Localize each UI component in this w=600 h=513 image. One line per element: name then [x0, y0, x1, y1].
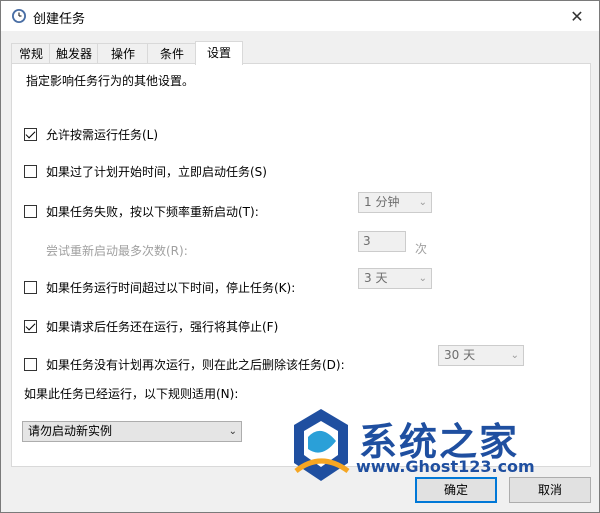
ok-button[interactable]: 确定 — [415, 477, 497, 503]
run-asap-checkbox[interactable] — [24, 165, 37, 178]
delete-if-not-scheduled-row[interactable]: 如果任务没有计划再次运行，则在此之后删除该任务(D): — [24, 356, 345, 373]
clock-icon — [12, 9, 26, 23]
stop-duration-value: 3 天 — [364, 271, 388, 285]
force-stop-label: 如果请求后任务还在运行，强行将其停止(F) — [46, 320, 279, 334]
restart-attempts-row: 尝试重新启动最多次数(R): — [46, 242, 188, 259]
allow-on-demand-label: 允许按需运行任务(L) — [46, 128, 159, 142]
stop-duration-select[interactable]: 3 天 ⌄ — [358, 268, 432, 289]
restart-interval-select[interactable]: 1 分钟 ⌄ — [358, 192, 432, 213]
if-running-rule-label: 如果此任务已经运行，以下规则适用(N): — [24, 387, 239, 401]
title-bar[interactable]: 创建任务 ✕ — [1, 1, 599, 31]
chevron-down-icon: ⌄ — [418, 197, 427, 208]
tab-label: 触发器 — [55, 47, 92, 61]
restart-attempts-input[interactable]: 3 — [358, 231, 406, 252]
close-button[interactable]: ✕ — [555, 1, 599, 31]
delete-duration-value: 30 天 — [444, 348, 476, 362]
force-stop-row[interactable]: 如果请求后任务还在运行，强行将其停止(F) — [24, 318, 278, 335]
tab-label: 条件 — [159, 47, 184, 61]
run-asap-label: 如果过了计划开始时间，立即启动任务(S) — [46, 165, 267, 179]
cancel-button[interactable]: 取消 — [509, 477, 591, 503]
stop-if-long-label: 如果任务运行时间超过以下时间，停止任务(K): — [46, 281, 296, 295]
tab-label: 常规 — [18, 47, 43, 61]
chevron-down-icon: ⌄ — [228, 426, 237, 437]
restart-attempts-unit: 次 — [415, 242, 428, 256]
allow-on-demand-checkbox[interactable] — [24, 128, 37, 141]
if-running-rule-row: 如果此任务已经运行，以下规则适用(N): — [24, 385, 238, 402]
if-running-rule-select[interactable]: 请勿启动新实例 ⌄ — [22, 421, 242, 442]
run-asap-row[interactable]: 如果过了计划开始时间，立即启动任务(S) — [24, 163, 267, 180]
watermark-logo-icon — [294, 409, 350, 481]
allow-on-demand-row[interactable]: 允许按需运行任务(L) — [24, 126, 158, 143]
tab-triggers[interactable]: 触发器 — [49, 43, 99, 64]
create-task-dialog: 创建任务 ✕ 常规 触发器 操作 条件 设置 指定影响任务行为的其他设置。 允许… — [0, 0, 600, 513]
if-running-rule-value: 请勿启动新实例 — [28, 424, 113, 438]
delete-duration-select[interactable]: 30 天 ⌄ — [438, 345, 524, 366]
tab-label: 操作 — [110, 47, 135, 61]
tab-label: 设置 — [206, 46, 231, 60]
delete-if-not-scheduled-checkbox[interactable] — [24, 358, 37, 371]
force-stop-checkbox[interactable] — [24, 320, 37, 333]
tab-actions[interactable]: 操作 — [97, 43, 149, 64]
restart-attempts-label: 尝试重新启动最多次数(R): — [46, 244, 188, 258]
stop-if-long-row[interactable]: 如果任务运行时间超过以下时间，停止任务(K): — [24, 279, 295, 296]
tab-general[interactable]: 常规 — [11, 43, 51, 64]
settings-description: 指定影响任务行为的其他设置。 — [26, 74, 195, 88]
close-icon: ✕ — [570, 6, 584, 26]
restart-on-fail-checkbox[interactable] — [24, 205, 37, 218]
stop-if-long-checkbox[interactable] — [24, 281, 37, 294]
chevron-down-icon: ⌄ — [418, 273, 427, 284]
restart-on-fail-row[interactable]: 如果任务失败，按以下频率重新启动(T): — [24, 203, 259, 220]
watermark-url: www.Ghost123.com — [356, 457, 535, 476]
window-title: 创建任务 — [33, 12, 86, 27]
restart-on-fail-label: 如果任务失败，按以下频率重新启动(T): — [46, 205, 259, 219]
delete-if-not-scheduled-label: 如果任务没有计划再次运行，则在此之后删除该任务(D): — [46, 358, 345, 372]
restart-attempts-value: 3 — [363, 234, 371, 248]
chevron-down-icon: ⌄ — [510, 350, 519, 361]
restart-interval-value: 1 分钟 — [364, 195, 400, 209]
tab-settings[interactable]: 设置 — [195, 41, 243, 65]
tab-conditions[interactable]: 条件 — [147, 43, 197, 64]
